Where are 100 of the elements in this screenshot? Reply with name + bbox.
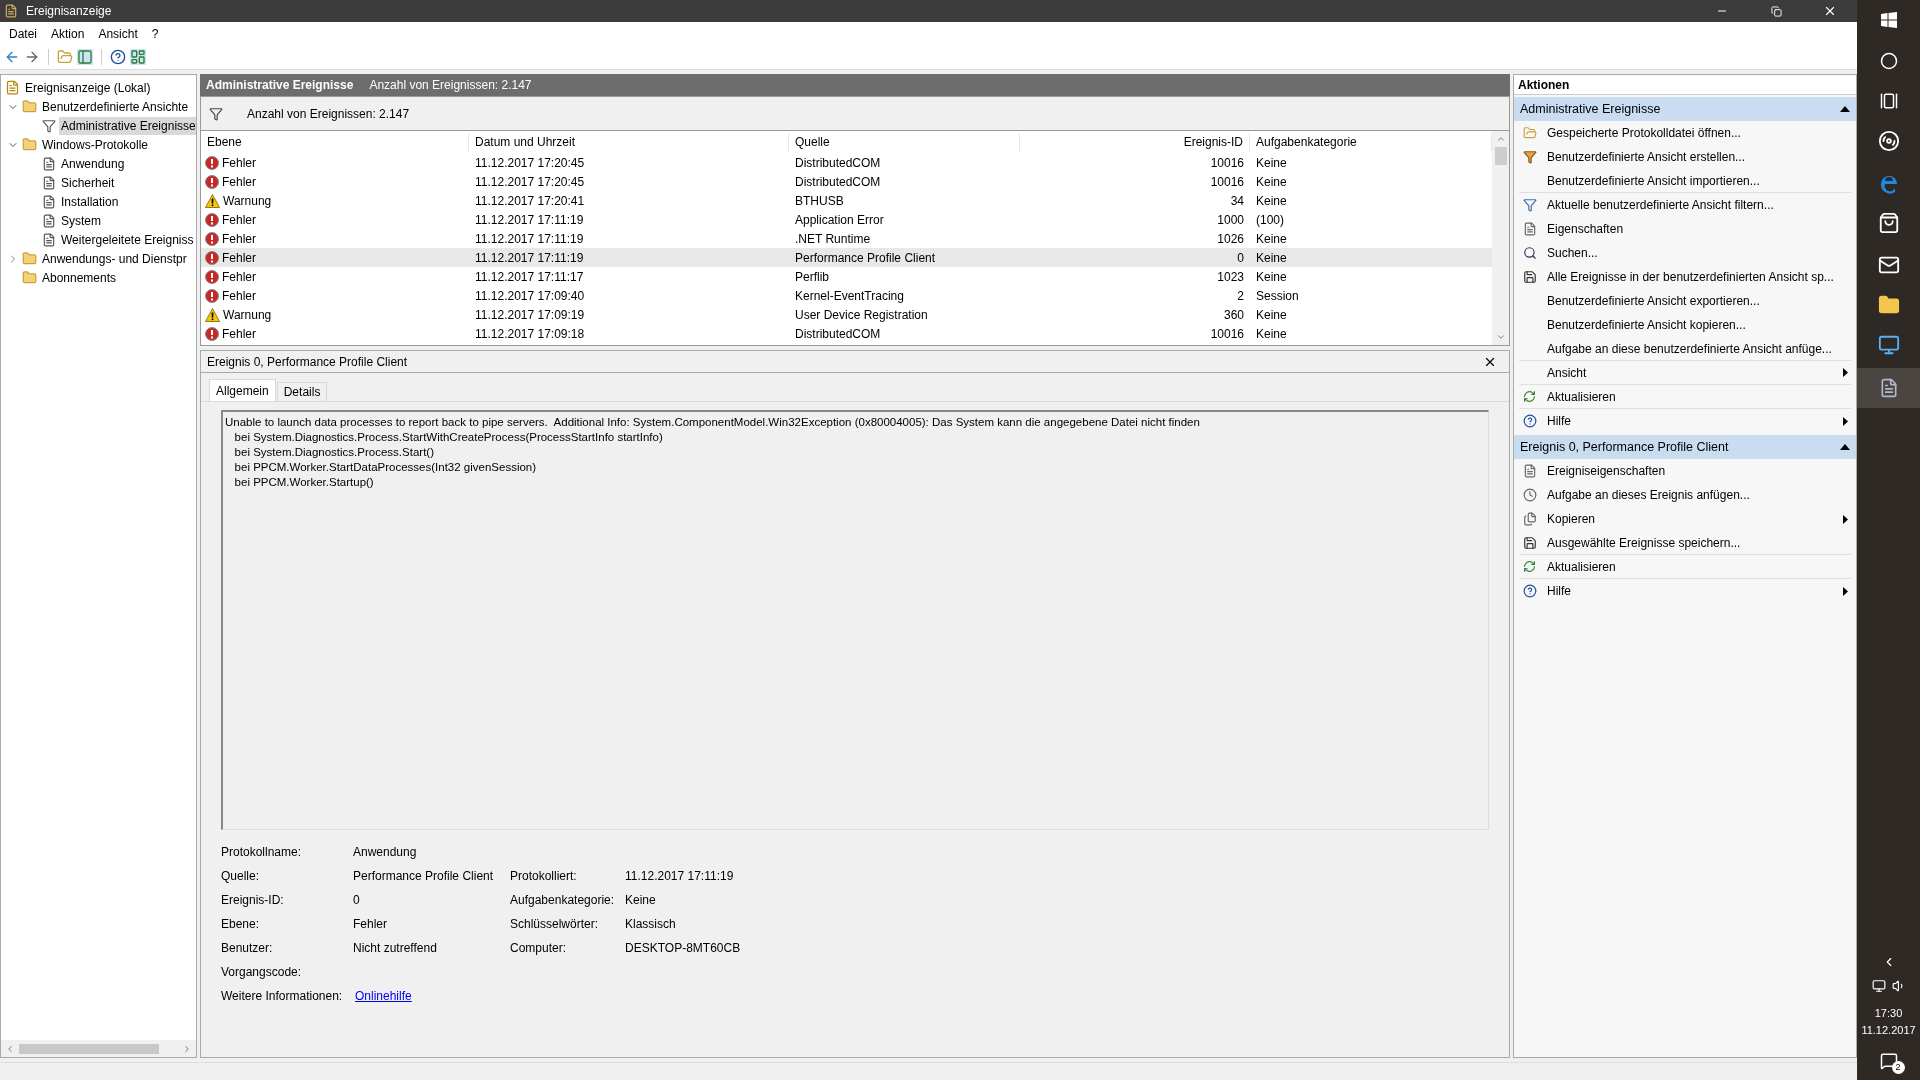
column-header[interactable]: Ebene: [201, 133, 469, 151]
task-view-icon[interactable]: [1879, 92, 1898, 110]
tree-item[interactable]: Installation: [59, 192, 121, 211]
action-item[interactable]: Aktuelle benutzerdefinierte Ansicht filtern...: [1519, 193, 1851, 217]
table-row[interactable]: Fehler 11.12.2017 17:11:17 Perflib 1023 Keine: [201, 267, 1492, 286]
folder-icon[interactable]: [1877, 294, 1900, 316]
table-cell-text: 10016: [1209, 154, 1245, 172]
table-cell-text: Fehler: [222, 173, 256, 191]
action-item[interactable]: Ansicht: [1519, 361, 1851, 385]
table-row[interactable]: Fehler 11.12.2017 17:11:19 Application Error 1000 (100): [201, 210, 1492, 229]
tree-item[interactable]: Abonnements: [40, 268, 119, 287]
menu-item[interactable]: Datei: [4, 24, 42, 43]
table-cell-text: 1023: [1216, 268, 1245, 286]
table-row[interactable]: Warnung 11.12.2017 17:20:41 BTHUSB 34 Keine: [201, 191, 1492, 210]
window-title: Ereignisanzeige: [26, 3, 113, 20]
action-item[interactable]: Benutzerdefinierte Ansicht erstellen...: [1519, 145, 1851, 169]
action-item[interactable]: Hilfe: [1519, 579, 1851, 603]
action-item[interactable]: Kopieren: [1519, 507, 1851, 531]
table-cell-text: 11.12.2017 17:09:40: [474, 287, 586, 305]
action-item[interactable]: Ausgewählte Ereignisse speichern...: [1519, 531, 1851, 555]
action-item[interactable]: Aktualisieren: [1519, 555, 1851, 579]
menu-item[interactable]: Aktion: [46, 24, 90, 43]
envelope-icon[interactable]: [1877, 254, 1900, 276]
action-item[interactable]: Alle Ereignisse in der benutzerdefinierten Ansicht sp...: [1519, 265, 1851, 289]
search-icon: [1522, 246, 1537, 260]
disc-icon[interactable]: [1877, 130, 1900, 152]
panel-icon[interactable]: [130, 49, 146, 65]
restore-icon: [1770, 5, 1782, 17]
message-line: bei PPCM.Worker.StartDataProcesses(Int32 givenSession): [233, 460, 537, 475]
horizontal-scrollbar[interactable]: [1, 1040, 196, 1057]
clock-time[interactable]: 17:30: [1874, 1005, 1903, 1022]
action-item[interactable]: Aufgabe an diese benutzerdefinierte Ansicht anfüge...: [1519, 337, 1851, 361]
circle-icon[interactable]: [1879, 52, 1898, 70]
scroll-down-icon[interactable]: [1495, 332, 1506, 342]
tab[interactable]: Allgemein: [209, 379, 276, 401]
table-row[interactable]: Fehler 11.12.2017 17:11:19 Performance Profile Client 0 Keine: [201, 248, 1492, 267]
log-icon: [42, 213, 56, 228]
action-item[interactable]: Gespeicherte Protokolldatei öffnen...: [1519, 121, 1851, 145]
actions-title: Aktionen: [1514, 75, 1856, 95]
network-icon[interactable]: [1871, 979, 1886, 993]
scroll-up-icon[interactable]: [1495, 134, 1506, 144]
tree-item[interactable]: Anwendung: [59, 154, 127, 173]
table-row[interactable]: Fehler 11.12.2017 17:20:45 DistributedCOM 10016 Keine: [201, 153, 1492, 172]
collapse-caret-icon[interactable]: [1840, 106, 1850, 112]
field-value: DESKTOP-8MT60CB: [625, 940, 742, 957]
action-item[interactable]: Benutzerdefinierte Ansicht kopieren...: [1519, 313, 1851, 337]
tab[interactable]: Details: [276, 382, 328, 401]
column-header[interactable]: Quelle: [789, 133, 1020, 151]
menu-item[interactable]: ?: [146, 24, 164, 43]
field-label: Vorgangscode:: [221, 964, 303, 981]
action-item[interactable]: Ereigniseigenschaften: [1519, 459, 1851, 483]
scroll-right-icon[interactable]: [182, 1043, 192, 1054]
table-row[interactable]: Warnung 11.12.2017 17:09:19 User Device Registration 360 Keine: [201, 305, 1492, 324]
action-label: Benutzerdefinierte Ansicht kopieren...: [1547, 317, 1747, 334]
app-icon: [4, 4, 18, 18]
section-header[interactable]: Administrative Ereignisse: [1514, 97, 1856, 121]
scroll-left-icon[interactable]: [5, 1043, 15, 1054]
tree-item[interactable]: System: [59, 211, 103, 230]
log-icon: [42, 194, 56, 209]
table-row[interactable]: Fehler 11.12.2017 17:09:40 Kernel-EventTracing 2 Session: [201, 286, 1492, 305]
table-row[interactable]: Fehler 11.12.2017 17:09:18 DistributedCOM 10016 Keine: [201, 324, 1492, 343]
vertical-scrollbar[interactable]: [1492, 131, 1509, 345]
tree-item[interactable]: Windows-Protokolle: [40, 135, 151, 154]
menu-item[interactable]: Ansicht: [93, 24, 143, 43]
tree-item[interactable]: Weitergeleitete Ereigniss: [59, 230, 196, 249]
clock-date[interactable]: 11.12.2017: [1861, 1021, 1916, 1038]
tree-item[interactable]: Anwendungs- und Dienstpr: [40, 249, 189, 268]
scrollbar-thumb[interactable]: [1494, 147, 1507, 165]
table-cell-text: 10016: [1209, 173, 1245, 191]
properties-icon: [1522, 464, 1537, 478]
folder-icon: [22, 270, 37, 285]
action-item[interactable]: Suchen...: [1519, 241, 1851, 265]
help-link[interactable]: Onlinehilfe: [355, 987, 510, 1005]
action-item[interactable]: Hilfe: [1519, 409, 1851, 433]
message-line: bei System.Diagnostics.Process.Start(): [233, 445, 434, 460]
shopping-bag-icon[interactable]: [1877, 212, 1900, 234]
tree-item[interactable]: Ereignisanzeige (Lokal): [23, 78, 153, 97]
column-header[interactable]: Ereignis-ID: [1020, 133, 1250, 151]
column-header[interactable]: Datum und Uhrzeit: [469, 133, 789, 151]
scrollbar-thumb[interactable]: [19, 1043, 159, 1054]
action-item[interactable]: Aktualisieren: [1519, 385, 1851, 409]
tree-item[interactable]: Sicherheit: [59, 173, 117, 192]
filter-icon: [209, 106, 223, 121]
log-icon: [42, 156, 56, 171]
taskbar-active-item[interactable]: [1857, 368, 1920, 408]
action-item[interactable]: Aufgabe an dieses Ereignis anfügen...: [1519, 483, 1851, 507]
table-row[interactable]: Fehler 11.12.2017 17:11:19 .NET Runtime 1026 Keine: [201, 229, 1492, 248]
forward-arrow-icon[interactable]: [24, 49, 40, 65]
action-item[interactable]: Eigenschaften: [1519, 217, 1851, 241]
section-header[interactable]: Ereignis 0, Performance Profile Client: [1514, 435, 1856, 459]
windows-logo-icon[interactable]: [1880, 12, 1897, 28]
action-item[interactable]: Benutzerdefinierte Ansicht importieren...: [1519, 169, 1851, 193]
collapse-caret-icon[interactable]: [1840, 444, 1850, 450]
tree-item[interactable]: Benutzerdefinierte Ansichte: [40, 97, 191, 116]
help-icon[interactable]: [110, 49, 126, 65]
table-row[interactable]: Fehler 11.12.2017 17:20:45 DistributedCOM 10016 Keine: [201, 172, 1492, 191]
notification-icon[interactable]: [1879, 1052, 1898, 1070]
panel-icon[interactable]: [77, 49, 93, 65]
tree-item[interactable]: Administrative Ereignisse: [59, 116, 196, 135]
action-item[interactable]: Benutzerdefinierte Ansicht exportieren...: [1519, 289, 1851, 313]
